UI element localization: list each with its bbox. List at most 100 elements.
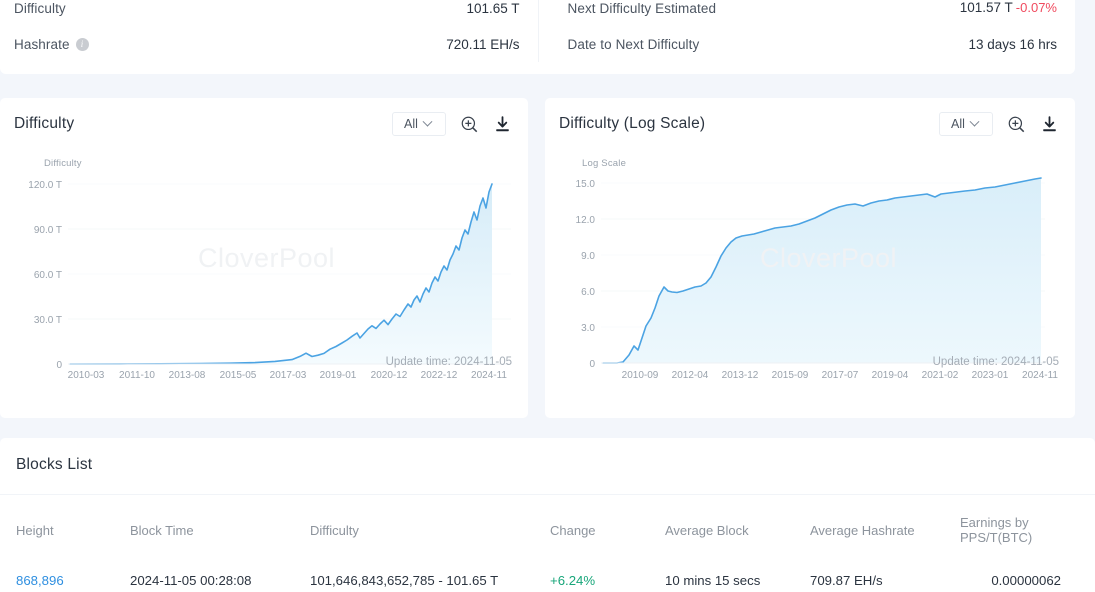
difficulty-page: Difficulty 101.65 T Hashrate i 720.11 EH… <box>0 0 1095 592</box>
blocks-list-title: Blocks List <box>16 456 93 473</box>
column-header-average-block[interactable]: Average Block <box>665 495 810 559</box>
change-value: +6.24% <box>550 573 596 588</box>
svg-text:9.0: 9.0 <box>581 251 595 262</box>
svg-text:90.0 T: 90.0 T <box>34 225 62 236</box>
zoom-in-icon[interactable] <box>1007 115 1026 134</box>
column-header-change[interactable]: Change <box>550 495 665 559</box>
column-header-difficulty[interactable]: Difficulty <box>310 495 550 559</box>
stats-column-right: Next Difficulty Estimated 101.57 T -0.07%… <box>537 0 1076 74</box>
cell-height: 868,896 <box>0 559 130 592</box>
cell-average-hashrate: 709.87 EH/s <box>810 573 883 588</box>
svg-text:2010-03: 2010-03 <box>68 370 105 378</box>
svg-text:12.0: 12.0 <box>576 215 596 226</box>
difficulty-chart-card: Difficulty All Difficulty CloverPool 120… <box>0 98 528 418</box>
svg-text:2017-03: 2017-03 <box>270 370 307 378</box>
download-icon[interactable] <box>1040 115 1059 134</box>
stat-next-difficulty-delta: -0.07% <box>1015 0 1057 15</box>
svg-text:2019-04: 2019-04 <box>872 370 909 378</box>
block-height-link[interactable]: 868,896 <box>16 573 64 588</box>
difficulty-log-chart-card: Difficulty (Log Scale) All Log Scale Clo… <box>545 98 1075 418</box>
info-icon[interactable]: i <box>75 37 89 51</box>
svg-text:2011-10: 2011-10 <box>119 370 155 378</box>
stat-next-difficulty-label: Next Difficulty Estimated <box>567 0 717 16</box>
svg-text:15.0: 15.0 <box>576 179 596 190</box>
difficulty-log-y-axis-title: Log Scale <box>582 158 627 169</box>
svg-text:2020-12: 2020-12 <box>371 370 408 378</box>
svg-text:2010-09: 2010-09 <box>622 370 659 378</box>
difficulty-log-chart-header: Difficulty (Log Scale) All <box>545 98 1075 150</box>
stat-next-difficulty-value: 101.57 T <box>959 0 1013 15</box>
svg-text:2023-01: 2023-01 <box>972 370 1009 378</box>
difficulty-update-time: Update time: 2024-11-05 <box>385 356 512 368</box>
difficulty-y-axis-title: Difficulty <box>44 158 82 169</box>
difficulty-plot: Difficulty CloverPool 120.0 T 90.0 T 60.… <box>0 150 528 378</box>
svg-text:6.0: 6.0 <box>581 287 595 298</box>
svg-text:2013-08: 2013-08 <box>169 370 206 378</box>
difficulty-log-chart-svg: 15.0 12.0 9.0 6.0 3.0 0 2010-09 2012-04 … <box>576 177 1059 378</box>
difficulty-log-chart-toolbar: All <box>939 112 1059 136</box>
difficulty-log-y-ticks: 15.0 12.0 9.0 6.0 3.0 0 <box>576 179 596 370</box>
column-header-height[interactable]: Height <box>0 495 130 559</box>
blocks-table-header-row: Height Block Time Difficulty Change Aver… <box>0 495 1095 559</box>
svg-text:2024-11: 2024-11 <box>471 370 507 378</box>
cell-block-time: 2024-11-05 00:28:08 <box>130 573 252 588</box>
range-select-difficulty-log-label: All <box>951 117 965 131</box>
difficulty-y-ticks: 120.0 T 90.0 T 60.0 T 30.0 T 0 <box>28 180 62 371</box>
difficulty-log-plot: Log Scale CloverPool 15.0 12.0 9.0 6.0 3… <box>545 150 1075 378</box>
svg-text:2015-09: 2015-09 <box>772 370 809 378</box>
stat-next-difficulty-value-group: 101.57 T -0.07% <box>960 0 1057 17</box>
column-header-earnings[interactable]: Earnings by PPS/T(BTC) <box>960 495 1095 559</box>
stat-difficulty-label-text: Difficulty <box>14 0 66 16</box>
difficulty-chart-svg: 120.0 T 90.0 T 60.0 T 30.0 T 0 2010-03 2… <box>28 180 511 378</box>
column-header-block-time[interactable]: Block Time <box>130 495 310 559</box>
summary-stats-card: Difficulty 101.65 T Hashrate i 720.11 EH… <box>0 0 1075 74</box>
range-select-difficulty-log[interactable]: All <box>939 112 993 136</box>
stat-hashrate-value: 720.11 EH/s <box>446 36 520 52</box>
stat-date-to-next-difficulty-label: Date to Next Difficulty <box>567 36 700 52</box>
download-icon[interactable] <box>493 115 512 134</box>
svg-text:2015-05: 2015-05 <box>220 370 257 378</box>
difficulty-chart-header: Difficulty All <box>0 98 528 150</box>
cell-average-block: 10 mins 15 secs <box>665 573 761 588</box>
column-header-average-hashrate[interactable]: Average Hashrate <box>810 495 960 559</box>
stat-hashrate-label-text: Hashrate <box>14 36 70 52</box>
stat-next-difficulty: Next Difficulty Estimated 101.57 T -0.07% <box>568 0 1058 26</box>
blocks-table-body: 868,896 2024-11-05 00:28:08 101,646,843,… <box>0 559 1095 592</box>
svg-text:2024-11: 2024-11 <box>1022 370 1058 378</box>
difficulty-chart-title: Difficulty <box>14 115 75 132</box>
svg-text:0: 0 <box>589 359 595 370</box>
svg-text:2022-12: 2022-12 <box>421 370 458 378</box>
stat-difficulty-label: Difficulty <box>14 1 66 16</box>
svg-text:2013-12: 2013-12 <box>722 370 759 378</box>
difficulty-x-ticks: 2010-03 2011-10 2013-08 2015-05 2017-03 … <box>68 370 508 378</box>
svg-text:120.0 T: 120.0 T <box>28 180 62 191</box>
difficulty-log-area <box>603 178 1041 363</box>
chevron-down-icon <box>422 116 433 127</box>
svg-text:0: 0 <box>56 360 62 371</box>
blocks-list-card: Blocks List Height Block Time Difficulty… <box>0 438 1095 592</box>
stat-difficulty-value: 101.65 T <box>466 0 520 16</box>
stat-date-to-next-difficulty: Date to Next Difficulty 13 days 16 hrs <box>568 26 1058 62</box>
blocks-table-head: Height Block Time Difficulty Change Aver… <box>0 495 1095 559</box>
chevron-down-icon <box>969 116 980 127</box>
difficulty-log-chart-title: Difficulty (Log Scale) <box>559 115 706 132</box>
stats-column-left: Difficulty 101.65 T Hashrate i 720.11 EH… <box>0 0 538 74</box>
difficulty-chart-toolbar: All <box>392 112 512 136</box>
cell-earnings: 0.00000062 <box>991 573 1061 588</box>
blocks-table: Height Block Time Difficulty Change Aver… <box>0 495 1095 592</box>
range-select-difficulty[interactable]: All <box>392 112 446 136</box>
zoom-in-icon[interactable] <box>460 115 479 134</box>
svg-text:2012-04: 2012-04 <box>672 370 709 378</box>
cell-change: +6.24% <box>550 559 665 592</box>
stat-hashrate: Hashrate i 720.11 EH/s <box>14 26 520 62</box>
svg-text:30.0 T: 30.0 T <box>34 315 62 326</box>
stat-hashrate-label: Hashrate i <box>14 37 89 52</box>
difficulty-log-x-ticks: 2010-09 2012-04 2013-12 2015-09 2017-07 … <box>622 370 1059 378</box>
stat-date-to-next-difficulty-value: 13 days 16 hrs <box>968 36 1057 52</box>
table-row: 868,896 2024-11-05 00:28:08 101,646,843,… <box>0 559 1095 592</box>
svg-text:3.0: 3.0 <box>581 323 595 334</box>
svg-text:2017-07: 2017-07 <box>822 370 859 378</box>
svg-text:2019-01: 2019-01 <box>320 370 357 378</box>
difficulty-log-update-time: Update time: 2024-11-05 <box>932 356 1059 368</box>
svg-text:60.0 T: 60.0 T <box>34 270 62 281</box>
